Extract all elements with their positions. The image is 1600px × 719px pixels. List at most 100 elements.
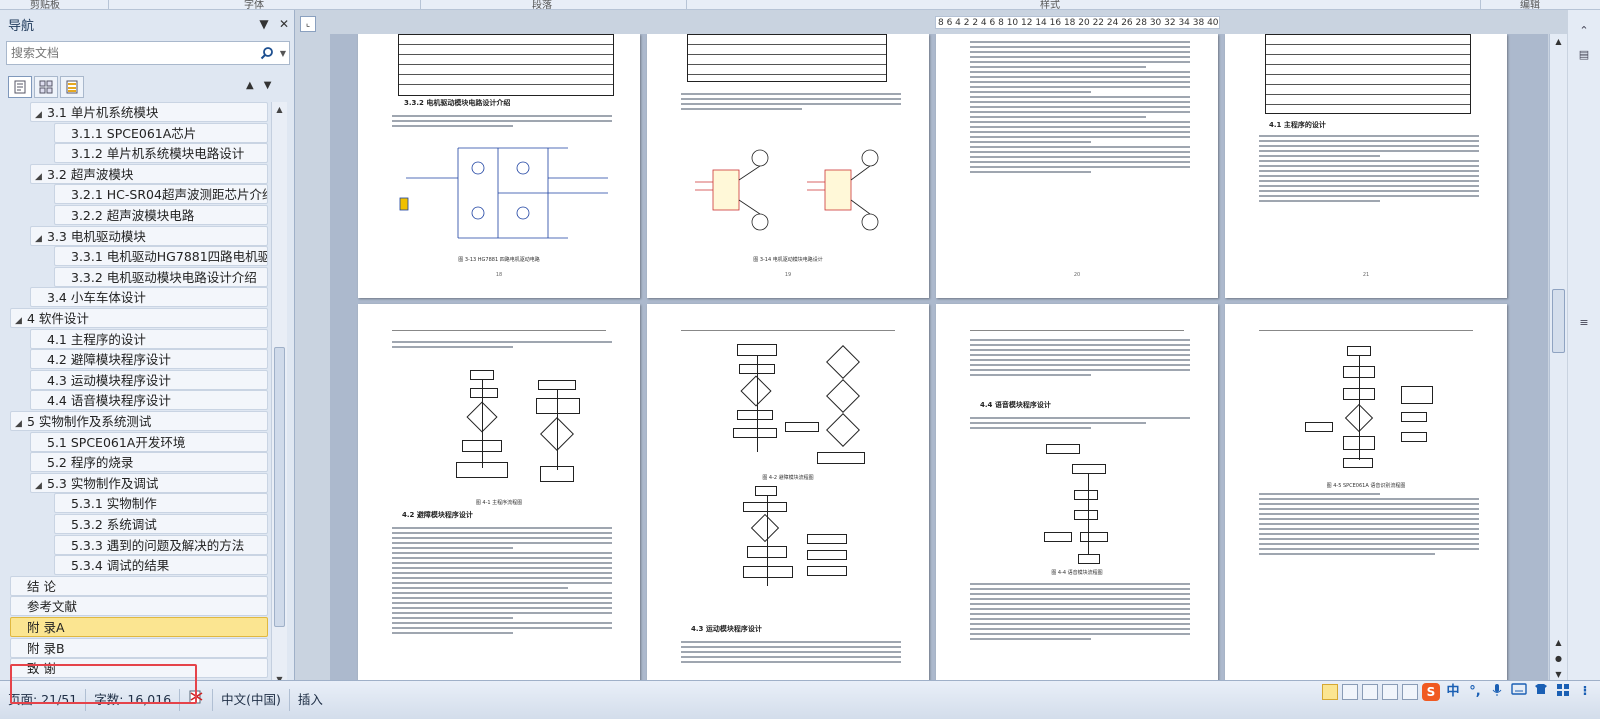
page-19[interactable]: 图 3-14 电机驱动模块电路设计 19 [647,34,929,298]
ime-more-icon[interactable]: ⁝ [1576,683,1594,701]
scroll-grip-icon[interactable]: ≡ [1576,316,1592,332]
right-toolbar-strip: ⌃ ▤ ≡ [1568,10,1600,691]
nav-item[interactable]: 附 录B [10,637,268,658]
next-heading-icon[interactable]: ▼ [264,80,272,91]
ime-punctuation-icon[interactable]: °, [1466,683,1484,701]
nav-item[interactable]: 参考文献 [10,596,268,617]
nav-item[interactable]: 3.2.1 HC-SR04超声波测距芯片介绍 [54,184,268,205]
ime-skin-icon[interactable] [1532,683,1550,701]
ime-voice-icon[interactable] [1488,683,1506,701]
nav-item-label: 结 论 [27,578,56,594]
document-scrollbar[interactable]: ▲ ▲ ● ▼ [1549,34,1567,685]
previous-page-icon[interactable]: ▲ [1550,635,1567,651]
nav-view-tabs [8,76,84,98]
nav-item[interactable]: 5.3.1 实物制作 [54,493,268,514]
nav-item[interactable]: 4.2 避障模块程序设计 [30,349,268,370]
nav-item[interactable]: 3.3.1 电机驱动HG7881四路电机驱动... [54,246,268,267]
search-box: ▼ [6,41,290,65]
horizontal-ruler[interactable]: 8 6 4 2 2 4 6 8 10 12 14 16 18 20 22 24 … [935,16,1220,29]
nav-item[interactable]: 5.3.2 系统调试 [54,514,268,534]
view-ruler-icon[interactable]: ▤ [1576,48,1592,64]
nav-item[interactable]: 4.4 语音模块程序设计 [30,390,268,411]
browse-object-icon[interactable]: ● [1550,651,1567,667]
ime-keyboard-icon[interactable] [1510,683,1528,701]
nav-title: 导航 [8,18,35,34]
tab-selector[interactable]: ⌞ [300,16,316,32]
ime-toolbox-icon[interactable] [1554,683,1572,701]
module-table [1265,34,1471,114]
full-screen-reading-button[interactable] [1342,684,1358,700]
nav-scrollbar[interactable]: ▲ ▼ [271,102,287,688]
expand-triangle-icon[interactable]: ◢ [35,476,47,492]
section-heading: 4.4 语音模块程序设计 [980,401,1051,409]
nav-close-button[interactable]: ✕ [274,17,294,31]
proofing-icon[interactable] [180,689,214,711]
nav-item[interactable]: 4.1 主程序的设计 [30,328,268,349]
nav-item[interactable]: 附 录A [10,617,268,637]
outline-view-button[interactable] [1382,684,1398,700]
page-21[interactable]: 4.1 主程序的设计 21 [1225,34,1507,298]
nav-item[interactable]: 5.2 程序的烧录 [30,452,268,473]
tab-results[interactable] [60,76,84,98]
search-icon[interactable] [257,43,277,63]
nav-item[interactable]: 3.3.2 电机驱动模块电路设计介绍 [54,266,268,287]
language-indicator[interactable]: 中文(中国) [213,689,290,711]
page-24[interactable]: 4.4 语音模块程序设计 图 4-4 语音模块流程图 [936,304,1218,685]
search-options-icon[interactable]: ▼ [277,49,289,58]
ime-chinese-mode-icon[interactable]: 中 [1444,683,1462,701]
insert-mode[interactable]: 插入 [290,689,331,711]
tab-pages[interactable] [34,76,58,98]
nav-item[interactable]: 3.4 小车车体设计 [30,287,268,308]
tab-headings[interactable] [8,76,32,98]
document-area[interactable]: 3.3.2 电机驱动模块电路设计介绍 图 3-13 HG7881 四路电机驱动电… [330,34,1548,685]
nav-item[interactable]: 4.3 运动模块程序设计 [30,369,268,390]
figure-caption: 图 4-2 避障模块流程图 [762,475,814,481]
expand-triangle-icon[interactable]: ◢ [15,311,27,327]
navigation-pane: 导航 ▼ ✕ ▼ ▲ ▼ ◢3.1 单片机系统模块3.1.1 SPCE061A芯… [0,10,295,691]
nav-item-label: 4.1 主程序的设计 [47,331,146,347]
nav-scroll-thumb[interactable] [274,347,285,627]
page-25[interactable]: 图 4-5 SPCE061A 语音识别流程图 [1225,304,1507,685]
figure-caption: 图 3-14 电机驱动模块电路设计 [753,257,823,263]
scroll-up-icon[interactable]: ▲ [1550,34,1567,50]
draft-view-button[interactable] [1402,684,1418,700]
nav-item-label: 5 实物制作及系统测试 [27,414,152,429]
previous-heading-icon[interactable]: ▲ [246,80,254,91]
scroll-up-icon[interactable]: ▲ [272,102,287,118]
nav-item[interactable]: ◢ 4 软件设计 [10,308,268,328]
nav-item[interactable]: 5.3.4 调试的结果 [54,555,268,576]
nav-item[interactable]: ◢ 3.3 电机驱动模块 [30,225,268,246]
expand-triangle-icon[interactable]: ◢ [15,414,27,430]
page-20[interactable]: 20 [936,34,1218,298]
print-layout-view-button[interactable] [1322,684,1338,700]
document-scroll-thumb[interactable] [1552,289,1565,353]
nav-item-label: 3.1.2 单片机系统模块电路设计 [71,146,245,162]
nav-item[interactable]: 5.1 SPCE061A开发环境 [30,431,268,452]
word-count[interactable]: 字数: 16,016 [86,689,181,711]
nav-item-label: 3.3.2 电机驱动模块电路设计介绍 [71,269,257,285]
expand-triangle-icon[interactable]: ◢ [35,167,47,183]
nav-item[interactable]: 3.2.2 超声波模块电路 [54,205,268,225]
web-layout-button[interactable] [1362,684,1378,700]
search-input[interactable] [7,46,257,60]
ribbon-expand-icon[interactable]: ⌃ [1576,24,1592,40]
nav-item[interactable]: ◢ 3.2 超声波模块 [30,163,268,184]
page-23[interactable]: 图 4-2 避障模块流程图 4.3 运动模块程序设计 [647,304,929,685]
sogou-ime-icon[interactable]: S [1422,683,1440,701]
nav-item[interactable]: 结 论 [10,575,268,596]
nav-item[interactable]: 3.1.1 SPCE061A芯片 [54,122,268,143]
nav-item[interactable]: ◢ 3.1 单片机系统模块 [30,102,268,122]
page-count[interactable]: 页面: 21/51 [0,689,87,711]
truth-table [687,34,887,82]
nav-item[interactable]: ◢ 5.3 实物制作及调试 [30,472,268,493]
results-icon [66,80,78,94]
page-22[interactable]: 图 4-1 主程序流程图 4.2 避障模块程序设计 [358,304,640,685]
page-18[interactable]: 3.3.2 电机驱动模块电路设计介绍 图 3-13 HG7881 四路电机驱动电… [358,34,640,298]
expand-triangle-icon[interactable]: ◢ [35,105,47,121]
nav-item[interactable]: 致 谢 [10,658,268,679]
nav-options-dropdown[interactable]: ▼ [254,17,274,31]
nav-item[interactable]: 5.3.3 遇到的问题及解决的方法 [54,534,268,555]
nav-item[interactable]: ◢ 5 实物制作及系统测试 [10,411,268,431]
expand-triangle-icon[interactable]: ◢ [35,229,47,245]
nav-item[interactable]: 3.1.2 单片机系统模块电路设计 [54,143,268,164]
